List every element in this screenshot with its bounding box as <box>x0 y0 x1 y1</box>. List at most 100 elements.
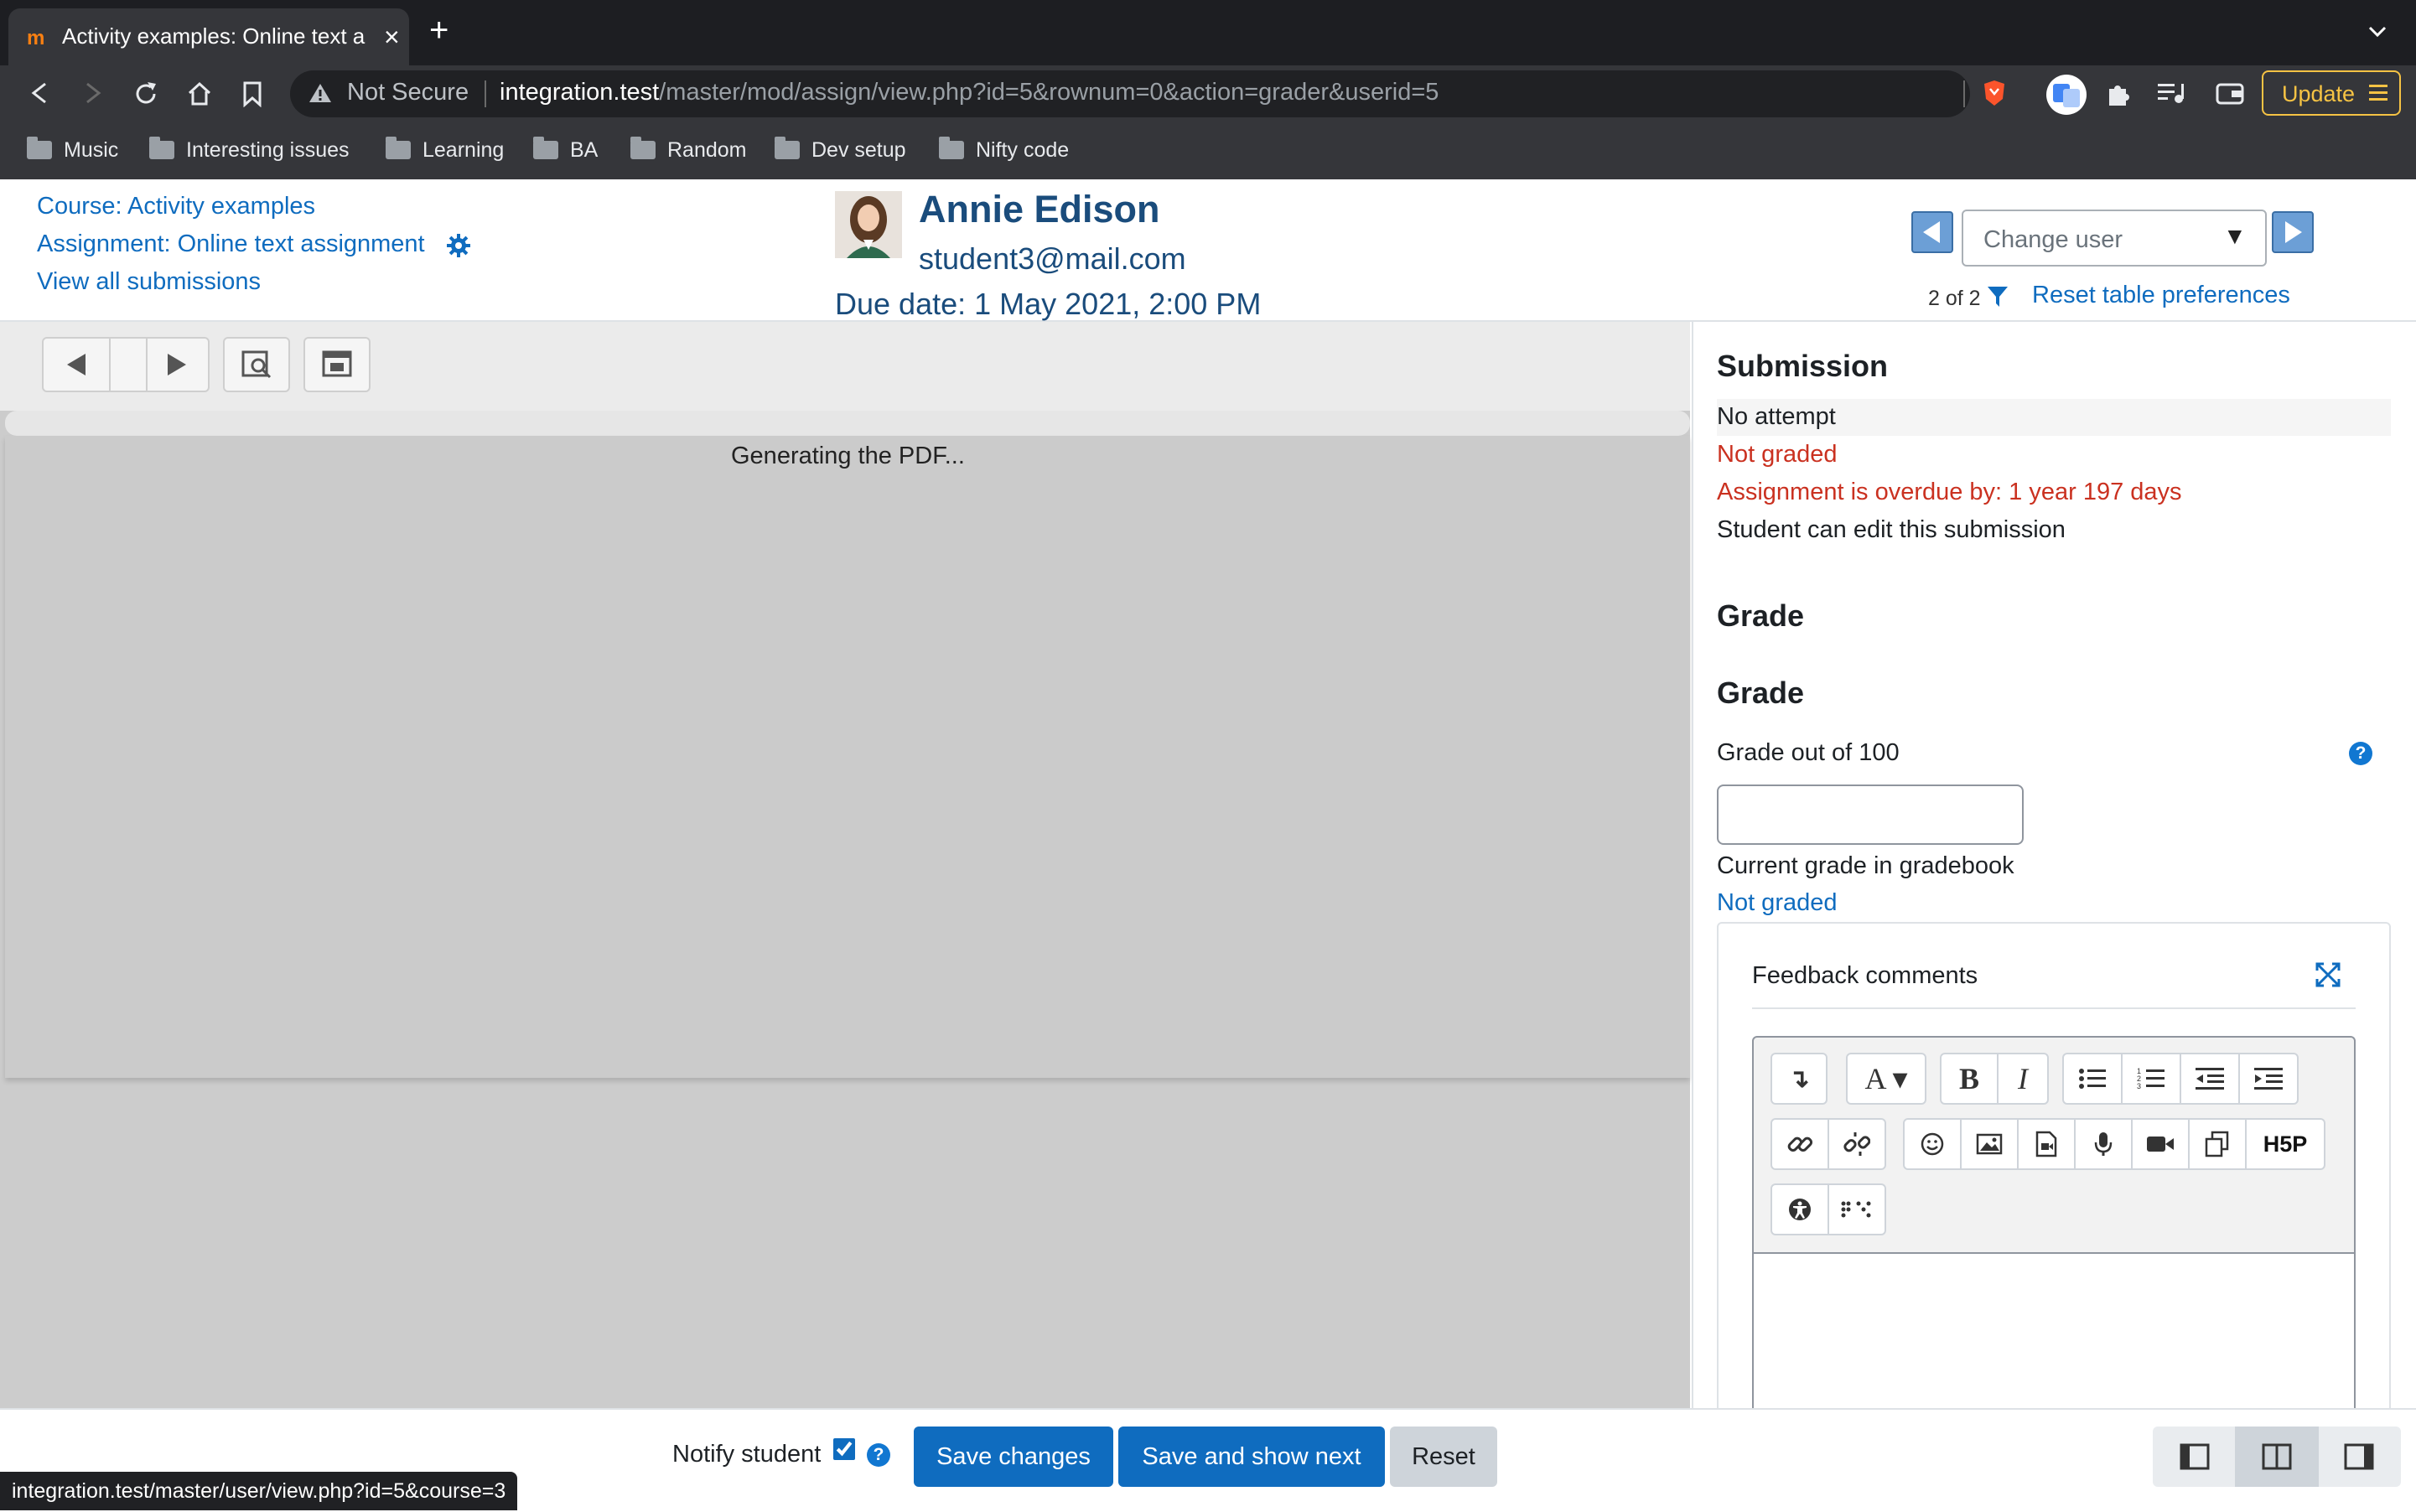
link-button[interactable] <box>1771 1118 1829 1170</box>
view-all-submissions-link[interactable]: View all submissions <box>37 268 261 296</box>
outdent-button[interactable] <box>2180 1053 2240 1105</box>
files-icon <box>2205 1131 2229 1157</box>
search-comments-button[interactable] <box>223 337 290 392</box>
collapse-grade-panel-button[interactable] <box>2153 1427 2235 1487</box>
bookmark-ba[interactable]: BA <box>533 136 598 164</box>
bookmark-random[interactable]: Random <box>630 136 747 164</box>
gear-icon[interactable] <box>446 233 471 258</box>
feedback-text-area[interactable] <box>1754 1252 2354 1421</box>
bookmark-interesting-issues[interactable]: Interesting issues <box>149 136 350 164</box>
browser-tab[interactable]: m Activity examples: Online text a × <box>8 8 409 65</box>
next-user-button[interactable] <box>2272 211 2314 253</box>
reset-button[interactable]: Reset <box>1390 1427 1497 1487</box>
brave-shields-icon[interactable] <box>1982 79 2007 107</box>
media-playlist-icon[interactable] <box>2156 80 2186 106</box>
h5p-button[interactable]: H5P <box>2245 1118 2325 1170</box>
reset-table-preferences-link[interactable]: Reset table preferences <box>2032 282 2290 309</box>
bookmark-learning[interactable]: Learning <box>386 136 504 164</box>
user-email: student3@mail.com <box>919 241 1186 276</box>
extensions-icon[interactable] <box>2104 79 2133 107</box>
help-icon[interactable]: ? <box>867 1443 890 1467</box>
bookmark-nifty-code[interactable]: Nifty code <box>939 136 1069 164</box>
feedback-divider <box>1752 1007 2356 1009</box>
edit-status: Student can edit this submission <box>1717 516 2066 543</box>
braille-icon <box>1841 1201 1871 1218</box>
change-user-select[interactable]: Change user ▼ <box>1962 210 2267 267</box>
pdf-page <box>5 436 1690 1078</box>
indent-button[interactable] <box>2238 1053 2299 1105</box>
save-changes-button[interactable]: Save changes <box>914 1427 1113 1487</box>
translate-extension-icon[interactable] <box>2045 74 2087 116</box>
media-button[interactable] <box>2017 1118 2076 1170</box>
default-layout-button[interactable] <box>2235 1427 2319 1487</box>
image-button[interactable] <box>1960 1118 2019 1170</box>
unordered-list-button[interactable] <box>2062 1053 2123 1105</box>
expand-comments-button[interactable] <box>303 337 371 392</box>
gradebook-value-link[interactable]: Not graded <box>1717 889 1838 917</box>
manage-files-button[interactable] <box>2188 1118 2247 1170</box>
warning-icon[interactable] <box>308 82 332 104</box>
record-audio-button[interactable] <box>2074 1118 2133 1170</box>
folder-icon <box>27 137 52 159</box>
record-video-button[interactable] <box>2131 1118 2190 1170</box>
save-and-show-next-button[interactable]: Save and show next <box>1118 1427 1385 1487</box>
user-name-link[interactable]: Annie Edison <box>919 188 1160 231</box>
numbered-list-icon: 123 <box>2137 1067 2165 1090</box>
smiley-icon <box>1921 1132 1944 1156</box>
bookmark-music[interactable]: Music <box>27 136 118 164</box>
media-file-icon <box>2035 1131 2057 1157</box>
unlink-button[interactable] <box>1828 1118 1886 1170</box>
user-avatar[interactable] <box>835 191 902 258</box>
help-icon[interactable]: ? <box>2349 742 2372 765</box>
url-text[interactable]: integration.test/master/mod/assign/view.… <box>500 79 1439 106</box>
folder-icon <box>630 137 656 159</box>
microphone-icon <box>2094 1132 2113 1156</box>
tab-close-icon[interactable]: × <box>384 22 400 53</box>
page-select[interactable] <box>109 339 148 391</box>
grade-input[interactable] <box>1717 784 2024 845</box>
wallet-icon[interactable] <box>2215 80 2245 106</box>
italic-icon: I <box>2018 1062 2028 1095</box>
paragraph-styles-button[interactable]: A ▾ <box>1846 1053 1926 1105</box>
tab-list-chevron-icon[interactable] <box>2367 25 2387 39</box>
address-divider <box>485 80 486 107</box>
ordered-list-button[interactable]: 123 <box>2121 1053 2181 1105</box>
moodle-favicon-icon: m <box>27 27 45 49</box>
home-icon[interactable] <box>186 80 213 107</box>
svg-text:3: 3 <box>2137 1082 2141 1090</box>
link-icon <box>1787 1137 1813 1152</box>
new-tab-icon[interactable]: + <box>429 12 448 49</box>
update-button[interactable]: Update <box>2262 70 2401 116</box>
accessibility-checker-button[interactable] <box>1771 1183 1829 1235</box>
indent-icon <box>2254 1068 2283 1090</box>
previous-user-button[interactable] <box>1911 211 1953 253</box>
grade-section-heading: Grade <box>1717 598 1805 633</box>
bookmark-dev-setup[interactable]: Dev setup <box>775 136 906 164</box>
url-host: integration.test <box>500 79 660 106</box>
back-icon[interactable] <box>27 80 52 106</box>
not-secure-label[interactable]: Not Secure <box>347 79 469 106</box>
expand-icon[interactable] <box>2315 962 2341 987</box>
bookmark-icon[interactable] <box>241 80 263 107</box>
show-more-buttons-button[interactable]: ↴ <box>1771 1053 1828 1105</box>
next-page-button[interactable] <box>146 339 208 391</box>
folder-icon <box>939 137 964 159</box>
overdue-status: Assignment is overdue by: 1 year 197 day… <box>1717 479 2182 505</box>
tab-title: Activity examples: Online text a <box>62 23 366 49</box>
previous-page-button[interactable] <box>44 339 111 391</box>
user-pager-count: 2 of 2 <box>1928 287 1981 310</box>
assignment-link[interactable]: Assignment: Online text assignment <box>37 230 425 258</box>
bold-button[interactable]: B <box>1940 1053 1999 1105</box>
italic-button[interactable]: I <box>1997 1053 2049 1105</box>
screenreader-helper-button[interactable] <box>1828 1183 1886 1235</box>
collapse-review-panel-button[interactable] <box>2319 1427 2401 1487</box>
reload-icon[interactable] <box>132 80 159 107</box>
emoji-button[interactable] <box>1903 1118 1962 1170</box>
bookmarks-bar <box>0 122 2416 179</box>
filter-icon[interactable] <box>1987 285 2009 308</box>
layout-toggle-group <box>2153 1427 2401 1487</box>
folder-icon <box>149 137 174 159</box>
course-link[interactable]: Course: Activity examples <box>37 193 315 220</box>
notify-student-checkbox[interactable] <box>833 1438 855 1460</box>
forward-icon[interactable] <box>80 80 106 106</box>
